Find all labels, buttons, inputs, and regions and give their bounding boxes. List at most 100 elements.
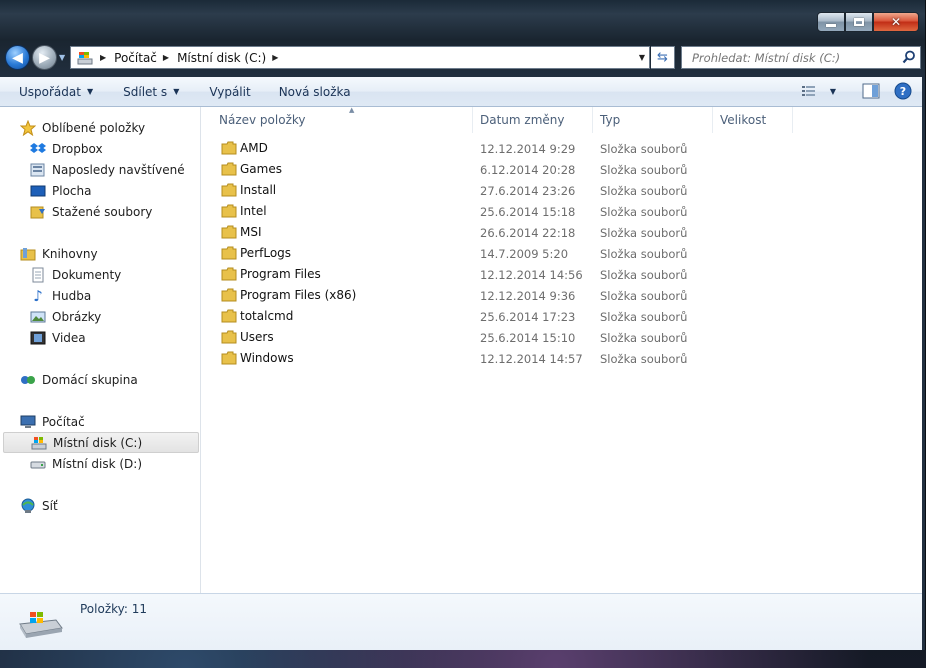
help-icon: ? [894, 82, 912, 100]
file-date: 25.6.2014 17:23 [480, 310, 576, 324]
breadcrumb-local-disk-c[interactable]: Místní disk (C:) [177, 51, 266, 65]
organize-button[interactable]: Uspořádat ▼ [0, 77, 103, 106]
file-date: 26.6.2014 22:18 [480, 226, 576, 240]
view-options-chevron-icon[interactable]: ▼ [830, 87, 836, 96]
forward-arrow-icon: ▶ [39, 49, 50, 66]
sidebar-item-documents[interactable]: Dokumenty [0, 264, 200, 285]
downloads-folder-icon [30, 204, 46, 220]
table-row[interactable]: MSI 26.6.2014 22:18 Složka souborů [202, 223, 922, 244]
burn-label: Vypálit [209, 84, 251, 99]
file-name: Users [240, 330, 274, 344]
file-name: totalcmd [240, 309, 294, 323]
close-icon: ✕ [890, 15, 902, 29]
sidebar-item-videos[interactable]: Videa [0, 327, 200, 348]
sidebar-item-label: Domácí skupina [42, 372, 138, 387]
breadcrumb-separator[interactable]: ▶ [163, 53, 169, 62]
file-type: Složka souborů [600, 247, 688, 261]
address-dropdown-icon[interactable]: ▼ [639, 53, 645, 62]
sidebar-item-favorites[interactable]: Oblíbené položky [0, 117, 200, 138]
forward-button[interactable]: ▶ [32, 45, 57, 70]
file-name: MSI [240, 225, 262, 239]
table-row[interactable]: Program Files 12.12.2014 14:56 Složka so… [202, 265, 922, 286]
sidebar-item-label: Videa [52, 330, 86, 345]
star-icon [20, 119, 36, 136]
column-header-label: Datum změny [480, 113, 565, 127]
explorer-body: Oblíbené položky Dropbox Naposledy navšt… [0, 106, 922, 593]
new-folder-button[interactable]: Nová složka [261, 77, 361, 106]
search-icon[interactable] [902, 50, 916, 64]
refresh-button[interactable]: ⇆ [651, 46, 675, 69]
minimize-button[interactable] [817, 12, 845, 32]
breadcrumb-separator[interactable]: ▶ [272, 53, 278, 62]
table-row[interactable]: Program Files (x86) 12.12.2014 9:36 Slož… [202, 286, 922, 307]
file-type: Složka souborů [600, 184, 688, 198]
folder-icon [221, 225, 237, 239]
column-header-name[interactable]: Název položky ▲ [212, 106, 473, 133]
sidebar-item-libraries[interactable]: Knihovny [0, 243, 200, 264]
video-film-icon [30, 330, 46, 346]
sidebar-item-music[interactable]: ♪ Hudba [0, 285, 200, 306]
file-date: 25.6.2014 15:10 [480, 331, 576, 345]
command-bar: Uspořádat ▼ Sdílet s ▼ Vypálit Nová slož… [0, 77, 922, 107]
search-box[interactable] [681, 46, 921, 69]
table-row[interactable]: Intel 25.6.2014 15:18 Složka souborů [202, 202, 922, 223]
breadcrumb-separator[interactable]: ▶ [100, 53, 106, 62]
table-row[interactable]: PerfLogs 14.7.2009 5:20 Složka souborů [202, 244, 922, 265]
dropbox-icon [30, 141, 46, 157]
hard-drive-icon [30, 456, 46, 472]
preview-pane-button[interactable] [860, 81, 882, 101]
column-header-label: Typ [600, 113, 621, 127]
sidebar-item-computer[interactable]: Počítač [0, 411, 200, 432]
folder-icon [221, 267, 237, 281]
close-button[interactable]: ✕ [873, 12, 919, 32]
sidebar-item-desktop[interactable]: Plocha [0, 180, 200, 201]
sidebar-item-label: Plocha [52, 183, 92, 198]
new-folder-label: Nová složka [278, 84, 351, 99]
sidebar-item-pictures[interactable]: Obrázky [0, 306, 200, 327]
sidebar-item-recent-places[interactable]: Naposledy navštívené [0, 159, 200, 180]
table-row[interactable]: AMD 12.12.2014 9:29 Složka souborů [202, 139, 922, 160]
back-button[interactable]: ◀ [5, 45, 30, 70]
search-input[interactable] [690, 49, 890, 66]
table-row[interactable]: totalcmd 25.6.2014 17:23 Složka souborů [202, 307, 922, 328]
table-row[interactable]: Windows 12.12.2014 14:57 Složka souborů [202, 349, 922, 370]
file-name: Intel [240, 204, 267, 218]
preview-pane-icon [862, 83, 880, 99]
recent-pages-button[interactable]: ▼ [59, 53, 65, 62]
maximize-button[interactable] [845, 12, 873, 32]
sidebar-item-dropbox[interactable]: Dropbox [0, 138, 200, 159]
sidebar-item-label: Počítač [42, 414, 85, 429]
maximize-icon [854, 18, 864, 26]
chevron-down-icon: ▼ [173, 87, 180, 96]
sidebar-item-label: Obrázky [52, 309, 102, 324]
table-row[interactable]: Users 25.6.2014 15:10 Složka souborů [202, 328, 922, 349]
view-controls: ▼ ? [798, 81, 914, 101]
file-name: Windows [240, 351, 294, 365]
help-button[interactable]: ? [892, 81, 914, 101]
sidebar-item-local-disk-c[interactable]: Místní disk (C:) [3, 432, 199, 453]
file-date: 12.12.2014 9:36 [480, 289, 576, 303]
windows-drive-icon [19, 612, 63, 638]
table-row[interactable]: Install 27.6.2014 23:26 Složka souborů [202, 181, 922, 202]
table-row[interactable]: Games 6.12.2014 20:28 Složka souborů [202, 160, 922, 181]
column-header-date[interactable]: Datum změny [473, 107, 593, 133]
folder-icon [221, 162, 237, 176]
sidebar-item-local-disk-d[interactable]: Místní disk (D:) [0, 453, 200, 474]
details-view-icon [801, 86, 815, 96]
column-header-size[interactable]: Velikost [713, 107, 793, 133]
windows-drive-icon [31, 435, 47, 451]
change-view-button[interactable] [798, 81, 820, 101]
recent-places-icon [30, 162, 46, 178]
breadcrumb-computer[interactable]: Počítač [114, 51, 157, 65]
sidebar-item-homegroup[interactable]: Domácí skupina [0, 369, 200, 390]
column-header-type[interactable]: Typ [593, 107, 713, 133]
address-bar[interactable]: ▶ Počítač ▶ Místní disk (C:) ▶ ▼ [70, 46, 650, 69]
file-date: 6.12.2014 20:28 [480, 163, 576, 177]
burn-button[interactable]: Vypálit [189, 77, 260, 106]
file-date: 27.6.2014 23:26 [480, 184, 576, 198]
file-type: Složka souborů [600, 268, 688, 282]
sidebar-item-label: Knihovny [42, 246, 98, 261]
sidebar-item-downloads[interactable]: Stažené soubory [0, 201, 200, 222]
sidebar-item-network[interactable]: Síť [0, 495, 200, 516]
share-with-button[interactable]: Sdílet s ▼ [103, 77, 189, 106]
